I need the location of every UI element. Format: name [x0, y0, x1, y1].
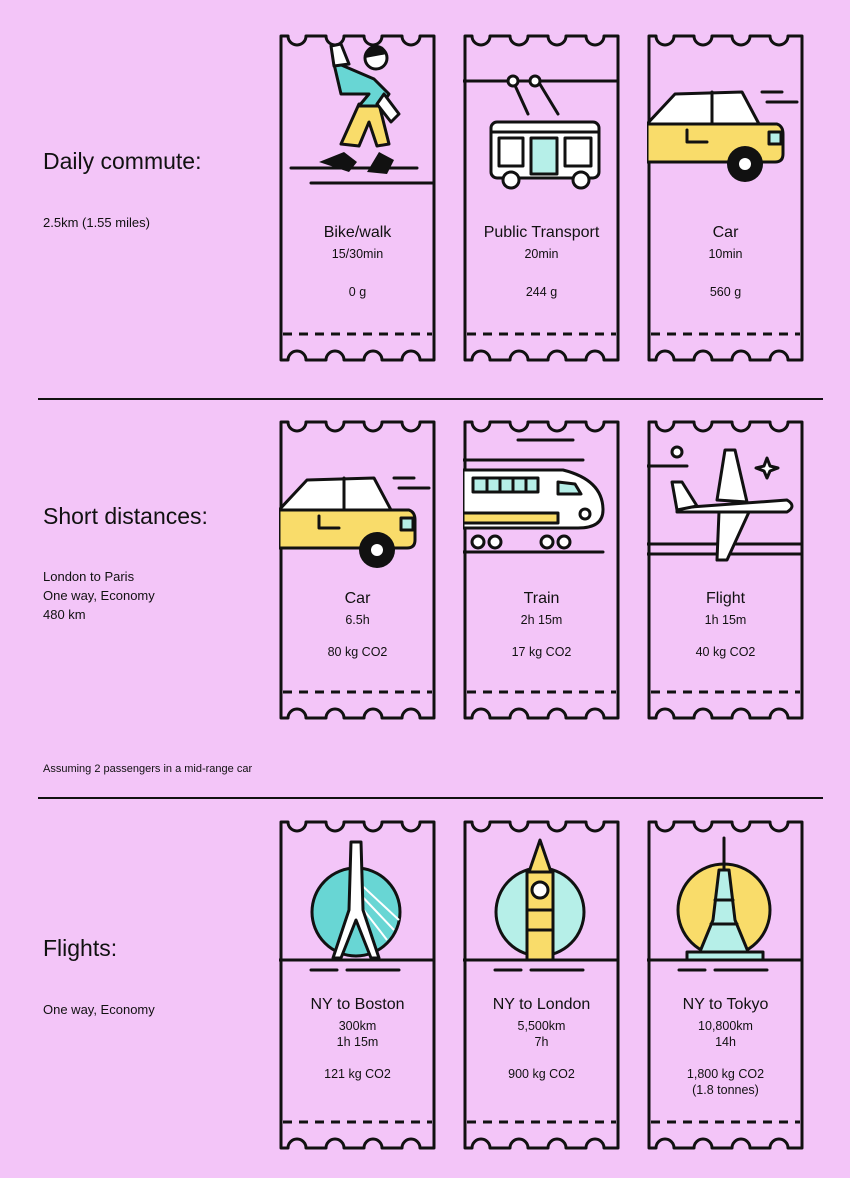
airplane-icon [647, 445, 804, 562]
divider [38, 398, 823, 400]
car-icon [647, 90, 799, 182]
ticket-title: Car [344, 590, 371, 607]
ticket-duration: 5,500km [517, 1019, 566, 1033]
ticket-title: NY to London [492, 996, 591, 1013]
ticket-frame [647, 820, 804, 1150]
ticket-duration: 14h [715, 1035, 736, 1049]
car-icon [279, 476, 431, 568]
tokyo-tower-icon [647, 836, 804, 972]
ticket-frame [647, 34, 804, 362]
ticket-emissions: 244 g [525, 285, 558, 299]
ticket-duration: 10,800km [698, 1019, 753, 1033]
ticket-frame [279, 820, 436, 1150]
train-icon [463, 438, 605, 554]
ticket-car: Car 10min 560 g [647, 34, 804, 362]
ticket-emissions: 1,800 kg CO2 [686, 1067, 765, 1081]
footnote: Assuming 2 passengers in a mid-range car [43, 763, 253, 775]
tram-icon [463, 74, 620, 190]
ticket-emissions: 0 g [348, 285, 367, 299]
ticket-emissions: 17 kg CO2 [511, 645, 572, 659]
ticket-emissions: 121 kg CO2 [324, 1067, 391, 1081]
ticket-title: Bike/walk [323, 224, 392, 241]
ticket-duration: 15/30min [331, 247, 384, 261]
ticket-emissions: (1.8 tonnes) [692, 1083, 759, 1097]
ticket-emissions: 560 g [709, 285, 742, 299]
section-title: Daily commute: [43, 148, 202, 174]
ticket-emissions: 900 kg CO2 [508, 1067, 575, 1081]
ticket-duration: 10min [708, 247, 743, 261]
section-subtitle: London to Paris One way, Economy 480 km [43, 567, 155, 624]
ticket-emissions: 40 kg CO2 [695, 645, 756, 659]
ticket-duration: 7h [534, 1035, 549, 1049]
walking-person-icon [289, 42, 436, 185]
ticket-frame [463, 820, 620, 1150]
ticket-ny-to-boston: NY to Boston 300km 1h 15m 121 kg CO2 [279, 820, 436, 1150]
ticket-ny-to-london: NY to London 5,500km 7h 900 kg CO2 [463, 820, 620, 1150]
ticket-title: NY to Boston [310, 996, 405, 1013]
ticket-frame [279, 420, 436, 720]
boston-bridge-icon [279, 840, 436, 972]
ticket-flight: Flight 1h 15m 40 kg CO2 [647, 420, 804, 720]
ticket-duration: 6.5h [345, 613, 370, 627]
ticket-duration: 300km [338, 1019, 377, 1033]
ticket-duration: 2h 15m [520, 613, 563, 627]
section-subtitle: 2.5km (1.55 miles) [43, 215, 150, 230]
class-text: One way, Economy [43, 588, 155, 603]
ticket-bike-walk: Bike/walk 15/30min 0 g [279, 34, 436, 362]
ticket-frame [463, 420, 620, 720]
ticket-duration: 1h 15m [336, 1035, 379, 1049]
distance-text: 480 km [43, 607, 86, 622]
route-text: London to Paris [43, 569, 135, 584]
ticket-title: Car [712, 224, 739, 241]
section-title: Short distances: [43, 503, 208, 529]
ticket-duration: 1h 15m [704, 613, 747, 627]
ticket-title: Public Transport [483, 224, 600, 241]
ticket-frame [463, 34, 620, 362]
ticket-train: Train 2h 15m 17 kg CO2 [463, 420, 620, 720]
ticket-title: Train [523, 590, 560, 607]
section-title: Flights: [43, 935, 118, 961]
ticket-public-transport: Public Transport 20min 244 g [463, 34, 620, 362]
section-subtitle: One way, Economy [43, 1002, 155, 1017]
divider [38, 797, 823, 799]
ticket-emissions: 80 kg CO2 [327, 645, 388, 659]
ticket-title: Flight [705, 590, 746, 607]
ticket-ny-to-tokyo: NY to Tokyo 10,800km 14h 1,800 kg CO2 (1.8 t… [647, 820, 804, 1150]
ticket-title: NY to Tokyo [682, 996, 769, 1013]
ticket-duration: 20min [524, 247, 559, 261]
ticket-frame [647, 420, 804, 720]
ticket-frame [279, 34, 436, 362]
ticket-car: Car 6.5h 80 kg CO2 [279, 420, 436, 720]
big-ben-icon [463, 838, 620, 972]
infographic: Daily commute: 2.5km (1.55 miles) Short … [0, 0, 850, 1178]
